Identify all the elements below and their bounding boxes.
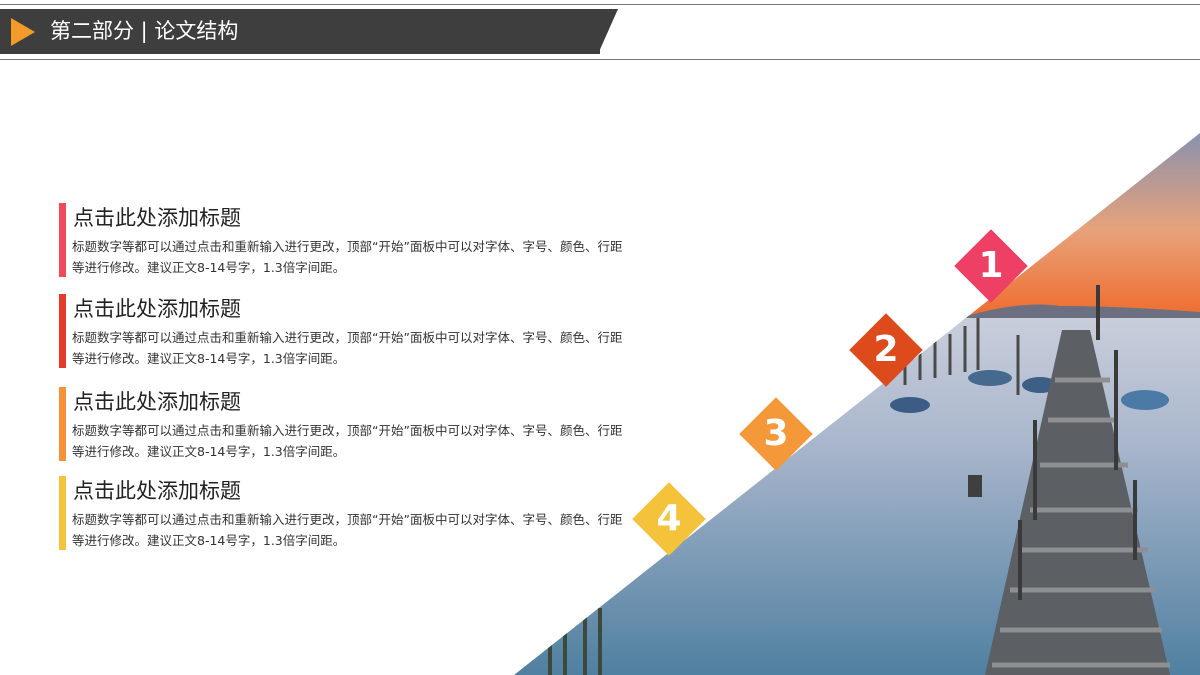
item-accent-bar — [59, 387, 66, 461]
item-accent-bar — [59, 203, 66, 277]
list-item: 点击此处添加标题 标题数字等都可以通过点击和重新输入进行更改，顶部“开始”面板中… — [59, 476, 629, 550]
list-item: 点击此处添加标题 标题数字等都可以通过点击和重新输入进行更改，顶部“开始”面板中… — [59, 387, 629, 461]
item-title[interactable]: 点击此处添加标题 — [73, 476, 241, 506]
item-description[interactable]: 标题数字等都可以通过点击和重新输入进行更改，顶部“开始”面板中可以对字体、字号、… — [72, 509, 627, 551]
item-accent-bar — [59, 476, 66, 550]
list-item: 点击此处添加标题 标题数字等都可以通过点击和重新输入进行更改，顶部“开始”面板中… — [59, 203, 629, 277]
number-badge-4-label: 4 — [656, 498, 682, 539]
item-description[interactable]: 标题数字等都可以通过点击和重新输入进行更改，顶部“开始”面板中可以对字体、字号、… — [72, 420, 627, 462]
item-title[interactable]: 点击此处添加标题 — [73, 387, 241, 417]
item-accent-bar — [59, 294, 66, 368]
item-title[interactable]: 点击此处添加标题 — [73, 203, 241, 233]
number-badge-2-label: 2 — [873, 329, 899, 370]
list-item: 点击此处添加标题 标题数字等都可以通过点击和重新输入进行更改，顶部“开始”面板中… — [59, 294, 629, 368]
number-badge-1-label: 1 — [978, 245, 1004, 286]
item-description[interactable]: 标题数字等都可以通过点击和重新输入进行更改，顶部“开始”面板中可以对字体、字号、… — [72, 327, 627, 369]
item-description[interactable]: 标题数字等都可以通过点击和重新输入进行更改，顶部“开始”面板中可以对字体、字号、… — [72, 236, 627, 278]
item-title[interactable]: 点击此处添加标题 — [73, 294, 241, 324]
number-badge-3-label: 3 — [763, 413, 789, 454]
